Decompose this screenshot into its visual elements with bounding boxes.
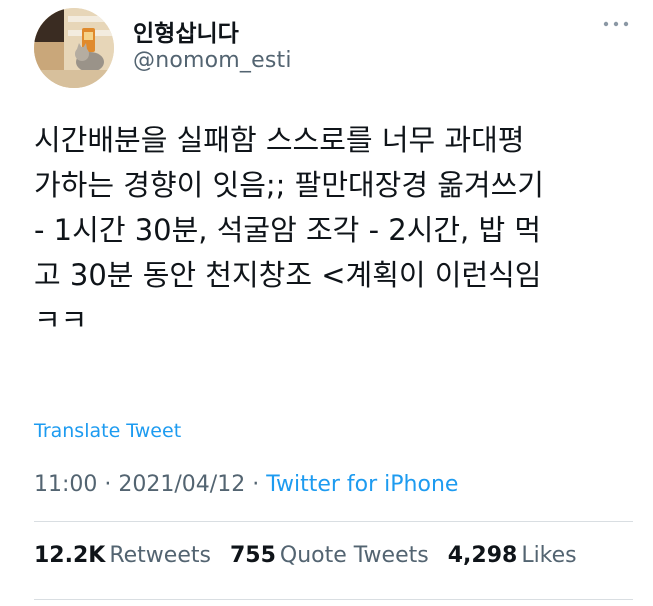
retweets-count: 12.2K — [34, 543, 106, 568]
likes-label: Likes — [521, 543, 577, 568]
user-handle[interactable]: @nomom_esti — [133, 48, 292, 73]
engagement-stats: 12.2K Retweets 755 Quote Tweets 4,298 Likes — [34, 543, 589, 568]
likes-count: 4,298 — [447, 543, 518, 568]
more-horizontal-icon[interactable] — [601, 16, 631, 32]
display-name[interactable]: 인형삽니다 — [133, 14, 239, 48]
retweets-stat[interactable]: 12.2K Retweets — [34, 543, 211, 568]
meta-separator: · — [245, 472, 267, 497]
divider — [34, 521, 633, 522]
divider — [34, 599, 633, 600]
likes-stat[interactable]: 4,298 Likes — [448, 543, 577, 568]
avatar-image — [34, 8, 114, 88]
quote-tweets-stat[interactable]: 755 Quote Tweets — [230, 543, 429, 568]
retweets-label: Retweets — [109, 543, 211, 568]
tweet-date[interactable]: 2021/04/12 — [118, 472, 245, 497]
quote-tweets-label: Quote Tweets — [279, 543, 429, 568]
meta-separator: · — [97, 472, 119, 497]
tweet-text: 시간배분을 실패함 스스로를 너무 과대평 가하는 경향이 잇음;; 팔만대장경… — [34, 123, 544, 337]
tweet-header: 인형삽니다 @nomom_esti — [34, 8, 633, 88]
tweet-time[interactable]: 11:00 — [34, 472, 97, 497]
tweet-metadata: 11:00 · 2021/04/12 · Twitter for iPhone — [34, 472, 458, 497]
tweet-source-link[interactable]: Twitter for iPhone — [266, 472, 458, 497]
translate-tweet-link[interactable]: Translate Tweet — [34, 420, 181, 442]
quote-tweets-count: 755 — [229, 543, 276, 568]
avatar[interactable] — [34, 8, 114, 88]
